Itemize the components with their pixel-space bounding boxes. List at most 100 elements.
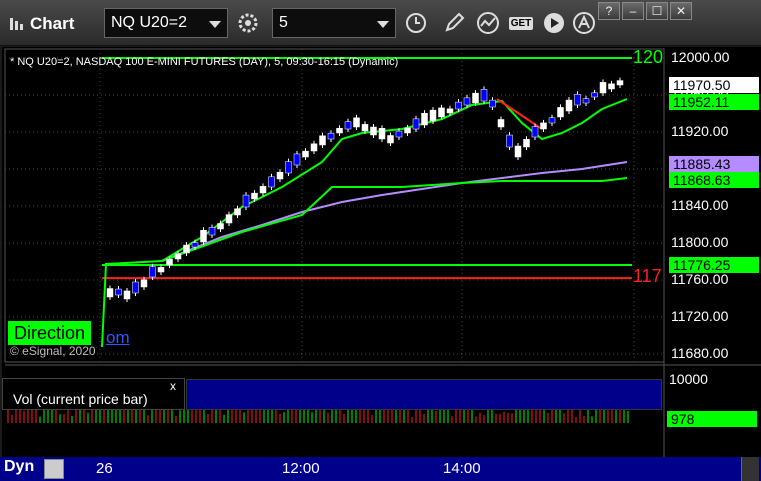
price-tag: 11776.25 bbox=[669, 256, 759, 273]
candle-body bbox=[616, 80, 624, 86]
price-tag: 11885.43 bbox=[669, 155, 759, 172]
candle-body bbox=[582, 98, 590, 104]
candle-body bbox=[336, 128, 343, 134]
volume-current-tag: 978 bbox=[667, 411, 757, 427]
candle-body bbox=[217, 223, 224, 230]
close-icon[interactable]: x bbox=[170, 379, 176, 393]
help-button[interactable]: ? bbox=[598, 2, 620, 20]
direction-link[interactable]: om bbox=[106, 328, 130, 348]
candle-body bbox=[140, 279, 148, 288]
candle-body bbox=[480, 89, 488, 102]
volume-tick: 10000 bbox=[669, 371, 708, 387]
clock-icon[interactable] bbox=[402, 9, 430, 37]
alert-icon[interactable] bbox=[570, 9, 598, 37]
interval-value: 5 bbox=[279, 14, 288, 31]
play-icon[interactable] bbox=[540, 9, 568, 37]
y-tick-label: 11920.00 bbox=[671, 123, 729, 139]
study-icon[interactable] bbox=[474, 9, 502, 37]
x-tick: 14:00 bbox=[443, 460, 481, 477]
line-label-top: 120 bbox=[633, 47, 664, 67]
candle-body bbox=[200, 229, 207, 243]
y-tick-label: 12000.00 bbox=[671, 49, 730, 65]
candle-body bbox=[242, 194, 250, 208]
candle-body bbox=[514, 145, 522, 158]
candle-body bbox=[327, 132, 335, 140]
candle-body bbox=[599, 82, 607, 94]
symbol-input[interactable]: NQ U20=2 bbox=[104, 8, 228, 38]
app-title-text: Chart bbox=[30, 14, 75, 33]
y-tick-label: 11760.00 bbox=[671, 271, 729, 287]
ma-fast-line bbox=[101, 98, 628, 348]
candle-body bbox=[157, 267, 165, 273]
candle-body bbox=[378, 128, 386, 140]
candle-body bbox=[429, 109, 437, 122]
volume-label-text: Vol (current price bar) bbox=[13, 391, 148, 407]
candle-body bbox=[208, 227, 216, 236]
candle-body bbox=[166, 258, 173, 266]
price-tag: 11868.63 bbox=[669, 171, 759, 188]
line-label-bottom: 117 bbox=[633, 266, 662, 286]
x-tick: 12:00 bbox=[282, 460, 320, 477]
candle-body bbox=[276, 171, 284, 180]
maximize-button[interactable]: ☐ bbox=[646, 2, 668, 20]
candle-body bbox=[574, 94, 581, 106]
candle-body bbox=[395, 130, 403, 138]
candle-body bbox=[293, 153, 301, 166]
candle-body bbox=[370, 126, 377, 136]
candle-body bbox=[268, 176, 275, 188]
volume-panel-label: Vol (current price bar) bbox=[2, 378, 185, 410]
ma-slow-line bbox=[161, 161, 628, 262]
get-label: GET bbox=[508, 16, 534, 30]
candle-body bbox=[115, 288, 122, 296]
settings-gear-icon[interactable] bbox=[234, 9, 262, 37]
candle-body bbox=[344, 121, 352, 130]
candle-body bbox=[132, 281, 139, 294]
candle-body bbox=[463, 97, 471, 106]
get-button[interactable]: GET bbox=[506, 9, 536, 37]
chevron-down-icon[interactable] bbox=[377, 21, 389, 28]
maximize-icon: ☐ bbox=[651, 4, 663, 18]
candle-body bbox=[251, 192, 258, 200]
chevron-down-icon[interactable] bbox=[209, 21, 221, 28]
candle-body bbox=[557, 107, 564, 118]
price-tag: 11970.50 bbox=[669, 77, 759, 94]
candle-body bbox=[497, 119, 505, 128]
candle-body bbox=[421, 113, 428, 126]
candle-body bbox=[183, 244, 190, 254]
candle-body bbox=[234, 208, 241, 216]
interval-input[interactable]: 5 bbox=[272, 8, 396, 38]
candle-body bbox=[361, 124, 369, 132]
scrollbar[interactable] bbox=[741, 457, 759, 481]
y-tick-label: 11680.00 bbox=[671, 345, 729, 361]
y-tick-label: 11800.00 bbox=[671, 234, 729, 250]
price-tag: 11952.11 bbox=[669, 94, 759, 111]
x-tick: 26 bbox=[96, 460, 113, 477]
candle-body bbox=[438, 107, 445, 118]
volume-panel-footer bbox=[186, 379, 662, 410]
candle-body bbox=[259, 186, 267, 194]
minimize-button[interactable]: – bbox=[622, 2, 644, 20]
candle-body bbox=[531, 126, 539, 138]
close-icon: ✕ bbox=[675, 4, 687, 18]
candle-body bbox=[191, 242, 199, 248]
candle-body bbox=[548, 117, 556, 124]
candle-body bbox=[506, 134, 513, 148]
y-tick-label: 11720.00 bbox=[671, 308, 729, 324]
help-icon: ? bbox=[605, 4, 613, 18]
candle-body bbox=[540, 122, 547, 130]
candle-body bbox=[404, 127, 411, 134]
minimize-icon: – bbox=[629, 4, 637, 18]
candle-body bbox=[565, 99, 573, 112]
candle-body bbox=[106, 288, 114, 298]
pencil-icon[interactable] bbox=[440, 9, 468, 37]
candle-body bbox=[472, 92, 479, 104]
candle-body bbox=[489, 99, 496, 108]
candle-body bbox=[412, 118, 420, 130]
symbol-value: NQ U20=2 bbox=[111, 14, 188, 31]
close-button[interactable]: ✕ bbox=[670, 2, 692, 20]
candle-body bbox=[455, 101, 462, 110]
candle-body bbox=[446, 108, 454, 114]
candle-body bbox=[591, 92, 598, 98]
dynamic-toggle-button[interactable] bbox=[44, 459, 64, 479]
candle-body bbox=[302, 150, 309, 158]
